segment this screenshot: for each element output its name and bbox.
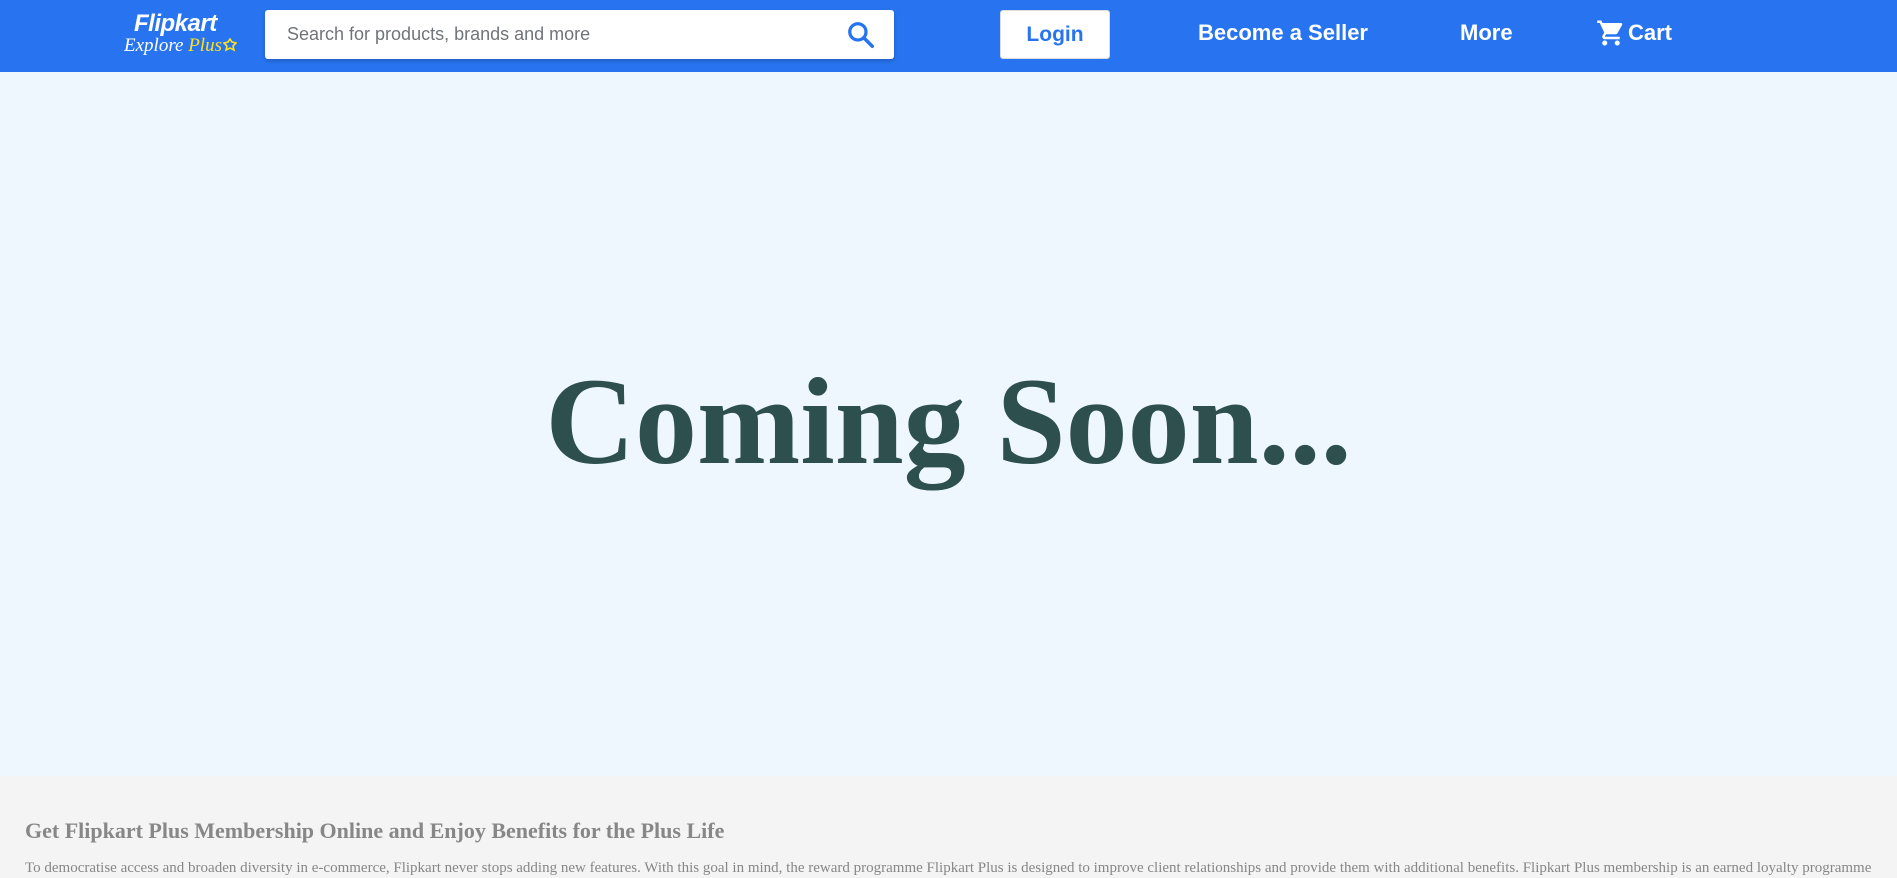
more-menu[interactable]: More	[1460, 20, 1513, 46]
search-input[interactable]	[265, 10, 835, 59]
logo-tagline-explore: Explore	[124, 35, 184, 56]
flipkart-logo[interactable]: Flipkart Explore Plus	[124, 10, 244, 58]
cart-label: Cart	[1628, 20, 1673, 45]
logo-tagline-plus: Plus	[188, 35, 222, 56]
plus-icon	[222, 38, 237, 52]
logo-tagline: Explore Plus	[124, 35, 237, 57]
cart-icon	[1597, 20, 1623, 46]
cart-link[interactable]: Cart	[1596, 18, 1672, 48]
become-a-seller-link[interactable]: Become a Seller	[1198, 20, 1368, 46]
login-button[interactable]: Login	[1000, 10, 1110, 59]
search-icon[interactable]	[846, 20, 876, 50]
hero-section: Coming Soon...	[0, 72, 1897, 776]
logo-wordmark: Flipkart	[134, 10, 217, 37]
membership-info-section: Get Flipkart Plus Membership Online and …	[0, 776, 1897, 878]
search-bar	[265, 10, 894, 59]
membership-title: Get Flipkart Plus Membership Online and …	[25, 818, 725, 843]
membership-description: To democratise access and broaden divers…	[25, 860, 1872, 876]
top-nav-bar: Flipkart Explore Plus Login Become a Sel…	[0, 0, 1897, 72]
coming-soon-heading: Coming Soon...	[545, 353, 1352, 490]
